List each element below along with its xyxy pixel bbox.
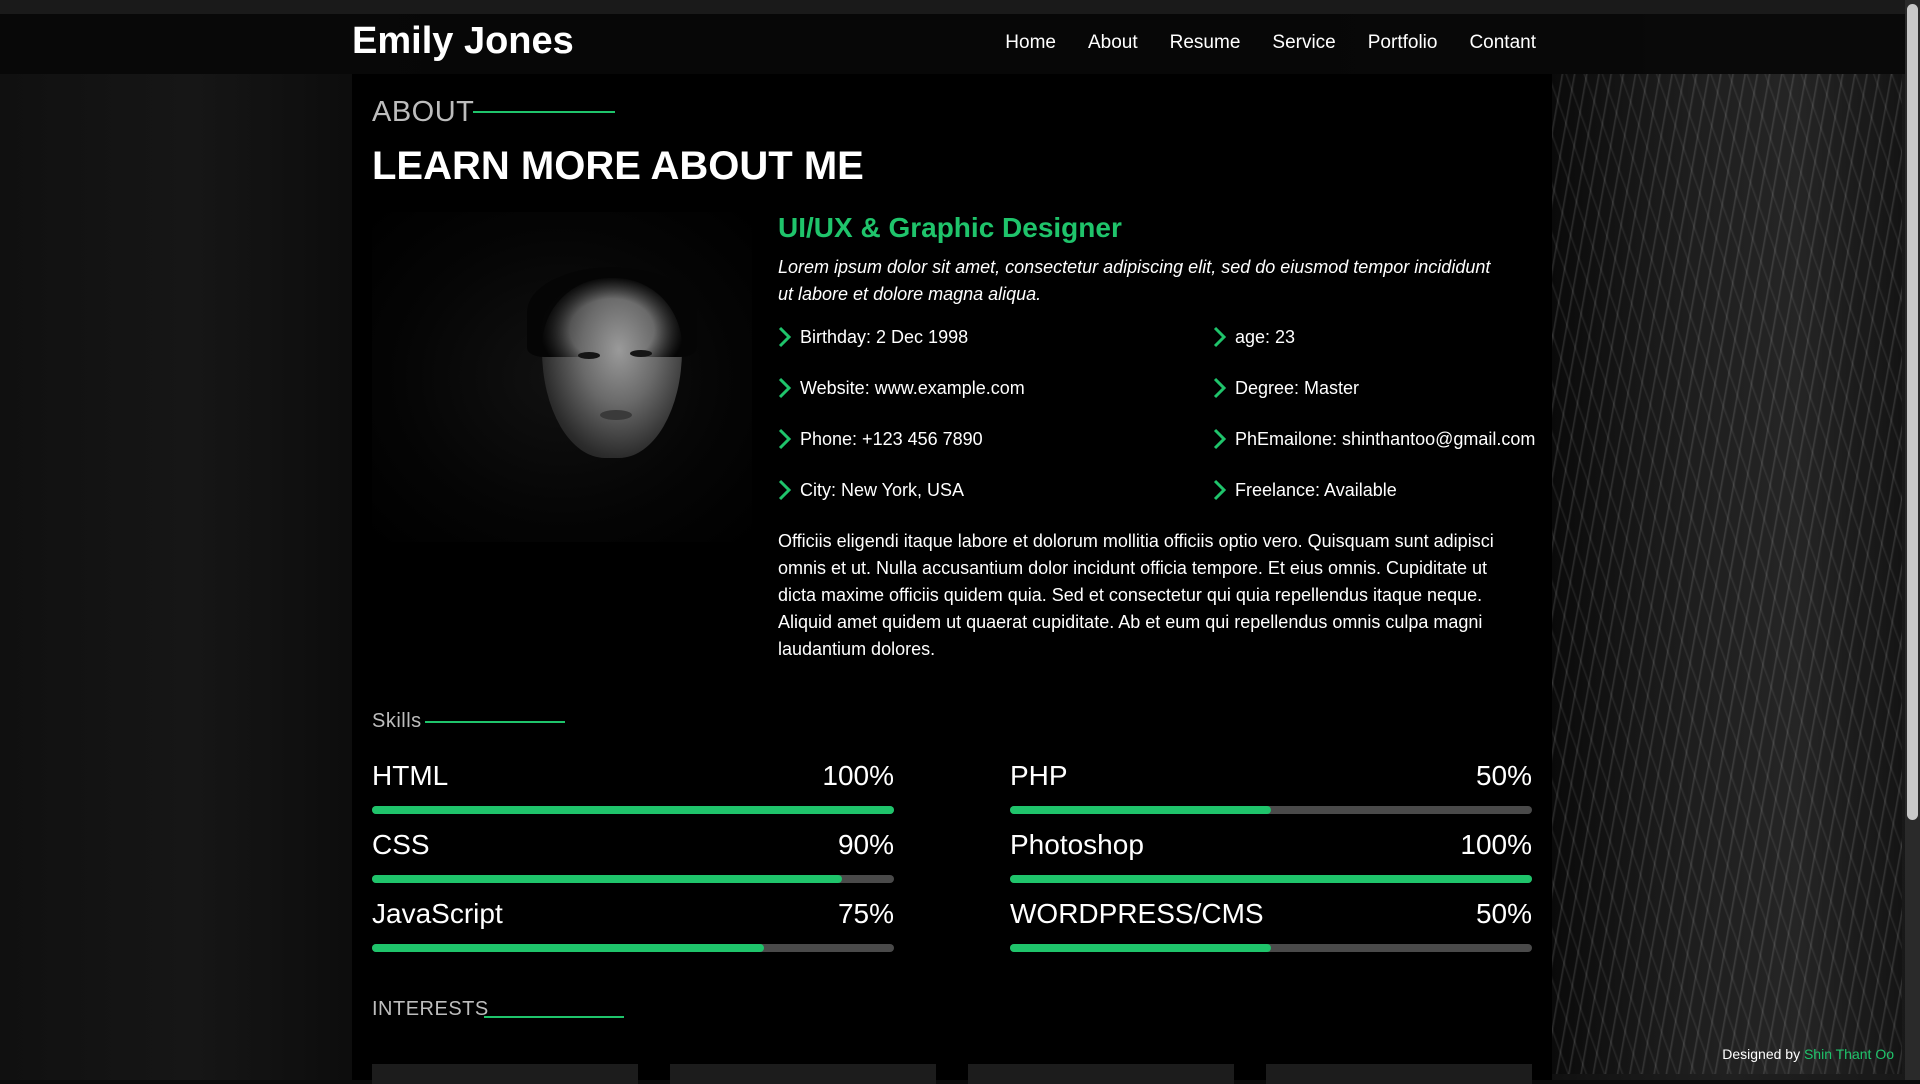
fact-degree: Degree: Master <box>1213 377 1359 399</box>
fact-text: Birthday: 2 Dec 1998 <box>800 326 969 347</box>
fact-freelance: Freelance: Available <box>1213 479 1397 501</box>
profile-photo <box>372 212 752 542</box>
skill-name: HTML <box>372 760 449 791</box>
fact-birthday: Birthday: 2 Dec 1998 <box>778 326 968 348</box>
footer-credit: Designed by Shin Thant Oo <box>1722 1046 1894 1062</box>
skill-track <box>1010 875 1532 883</box>
skill-name: WORDPRESS/CMS <box>1010 898 1264 929</box>
skill-name: PHP <box>1010 760 1068 791</box>
nav-service[interactable]: Service <box>1272 32 1335 54</box>
chevron-right-icon <box>778 479 792 501</box>
skill-fill <box>1010 944 1271 952</box>
nav-home[interactable]: Home <box>1005 32 1056 54</box>
chevron-right-icon <box>1213 326 1227 348</box>
skill-fill <box>372 875 842 883</box>
interests-accent-line <box>484 1016 624 1018</box>
fact-text: Phone: +123 456 7890 <box>800 428 983 449</box>
fact-text: Website: www.example.com <box>800 377 1025 398</box>
skill-fill <box>1010 806 1271 814</box>
fact-email: PhEmailone: shinthantoo@gmail.com <box>1213 428 1535 450</box>
about-accent-line <box>473 111 615 113</box>
skill-name: Photoshop <box>1010 829 1144 860</box>
site-header: Emily Jones Home About Resume Service Po… <box>0 14 1905 74</box>
fact-age: age: 23 <box>1213 326 1295 348</box>
fact-website: Website: www.example.com <box>778 377 1025 399</box>
nav-contact[interactable]: Contant <box>1469 32 1536 54</box>
chevron-right-icon <box>778 428 792 450</box>
interest-card[interactable] <box>968 1064 1234 1084</box>
nav-portfolio[interactable]: Portfolio <box>1368 32 1438 54</box>
skill-fill <box>1010 875 1532 883</box>
designed-by-label: Designed by <box>1722 1046 1801 1062</box>
skill-percent: 100% <box>1460 829 1532 860</box>
chevron-right-icon <box>1213 377 1227 399</box>
profile-mouth <box>600 410 632 420</box>
brand-name[interactable]: Emily Jones <box>352 20 574 63</box>
fact-text: Freelance: Available <box>1235 479 1397 500</box>
skill-fill <box>372 944 764 952</box>
skill-percent: 90% <box>837 829 894 860</box>
intro-text: Lorem ipsum dolor sit amet, consectetur … <box>778 257 1491 304</box>
about-section-label: ABOUT <box>372 96 475 128</box>
about-panel: ABOUT LEARN MORE ABOUT ME UI/UX & Graphi… <box>352 74 1552 1084</box>
nav-about[interactable]: About <box>1088 32 1138 54</box>
fact-phone: Phone: +123 456 7890 <box>778 428 983 450</box>
fact-text: age: 23 <box>1235 326 1296 347</box>
chevron-right-icon <box>778 326 792 348</box>
page-scrollbar[interactable] <box>1905 0 1920 1080</box>
role-title: UI/UX & Graphic Designer <box>778 212 1122 243</box>
skill-percent: 75% <box>837 898 894 929</box>
skill-percent: 100% <box>822 760 894 791</box>
skill-track <box>1010 806 1532 814</box>
skill-fill <box>372 806 894 814</box>
page-title: LEARN MORE ABOUT ME <box>372 144 864 188</box>
chevron-right-icon <box>778 377 792 399</box>
profile-eye-left <box>578 352 600 359</box>
interest-card[interactable] <box>372 1064 638 1084</box>
skill-track <box>372 875 894 883</box>
skill-percent: 50% <box>1475 760 1532 791</box>
about-description: Officiis eligendi itaque labore et dolor… <box>778 531 1494 659</box>
interests-section-label: INTERESTS <box>372 998 489 1020</box>
fact-text: Degree: Master <box>1235 377 1360 398</box>
profile-hair <box>527 267 697 357</box>
skill-track <box>372 806 894 814</box>
chevron-right-icon <box>1213 428 1227 450</box>
fact-text: PhEmailone: shinthantoo@gmail.com <box>1235 428 1536 449</box>
chevron-right-icon <box>1213 479 1227 501</box>
interest-card[interactable] <box>1266 1064 1532 1084</box>
background-hair-image <box>1552 74 1902 1074</box>
skill-track <box>372 944 894 952</box>
main-nav: Home About Resume Service Portfolio Cont… <box>1005 32 1536 54</box>
fact-city: City: New York, USA <box>778 479 964 501</box>
interest-card[interactable] <box>670 1064 936 1084</box>
designer-link[interactable]: Shin Thant Oo <box>1804 1046 1894 1062</box>
skill-name: JavaScript <box>372 898 503 929</box>
skill-track <box>1010 944 1532 952</box>
skill-name: CSS <box>372 829 430 860</box>
scrollbar-thumb[interactable] <box>1907 4 1918 820</box>
nav-resume[interactable]: Resume <box>1170 32 1241 54</box>
skills-accent-line <box>425 721 565 723</box>
top-band <box>0 0 1920 14</box>
skills-section-label: Skills <box>372 710 422 732</box>
fact-text: City: New York, USA <box>800 479 965 500</box>
skill-percent: 50% <box>1475 898 1532 929</box>
profile-eye-right <box>630 350 652 357</box>
